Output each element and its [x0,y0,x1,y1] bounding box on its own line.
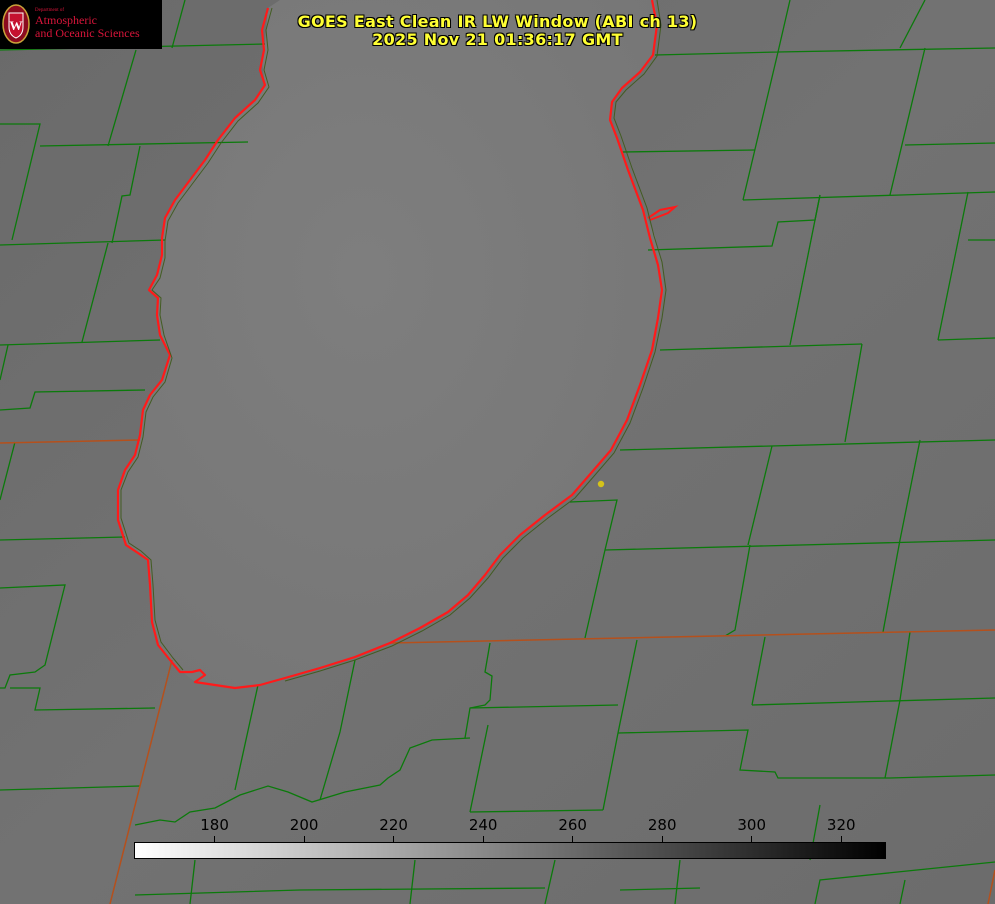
colorbar-tick-label: 320 [826,816,856,834]
colorbar-tick-mark [214,836,216,842]
colorbar [134,842,886,859]
colorbar-tick-mark [661,836,663,842]
colorbar-tick-mark [303,836,305,842]
colorbar-tick-label: 240 [468,816,498,834]
colorbar-tick-label: 180 [200,816,229,834]
colorbar-tick-label: 200 [289,816,319,834]
image-title: GOES East Clean IR LW Window (ABI ch 13) [297,12,698,31]
map-canvas [0,0,995,904]
colorbar-tick-mark [482,836,484,842]
colorbar-tick-label: 260 [558,816,587,834]
satellite-image-view: W Department of Atmospheric and Oceanic … [0,0,995,904]
colorbar-tick-mark [393,836,395,842]
colorbar-tick-mark [751,836,753,842]
image-timestamp: 2025 Nov 21 01:36:17 GMT [372,30,623,49]
colorbar-tick-label: 220 [379,816,408,834]
colorbar-tick-mark [840,836,842,842]
colorbar-tick-mark [572,836,574,842]
location-marker [597,480,605,488]
colorbar-tick-label: 300 [737,816,767,834]
colorbar-tick-label: 280 [647,816,677,834]
